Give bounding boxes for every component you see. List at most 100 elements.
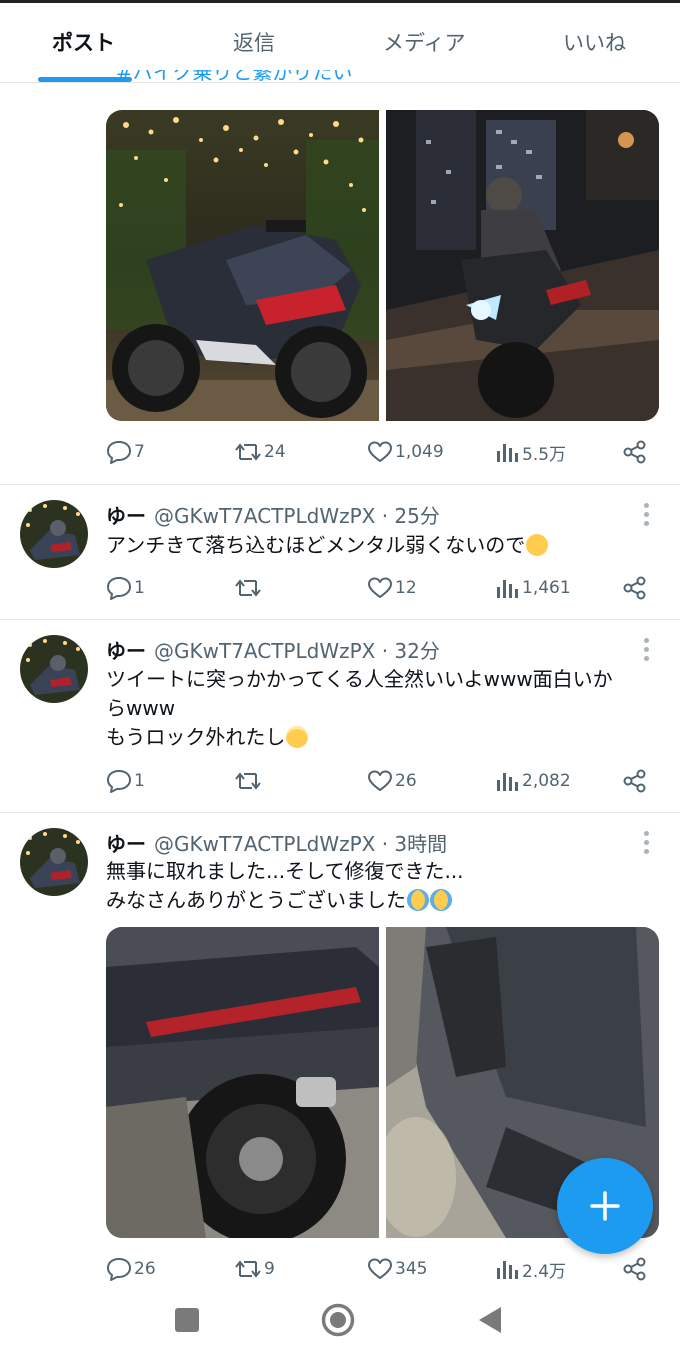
avatar[interactable] bbox=[20, 500, 88, 568]
user-handle[interactable]: @GKwT7ACTPLdWzPX bbox=[154, 504, 375, 528]
system-nav-bar bbox=[0, 1290, 680, 1361]
repost-icon bbox=[235, 1260, 261, 1278]
heart-icon bbox=[368, 441, 392, 462]
like-button[interactable]: 12 bbox=[367, 572, 417, 604]
like-count: 12 bbox=[395, 578, 417, 598]
views-icon bbox=[497, 773, 518, 791]
reply-icon bbox=[107, 441, 131, 464]
plus-icon bbox=[590, 1191, 620, 1221]
pleading-face-icon bbox=[526, 534, 549, 556]
tweet-actions: 1 26 2,082 bbox=[106, 765, 654, 797]
hashtag-link[interactable]: #バイク乗りと繋がりたい bbox=[116, 70, 352, 84]
tab-posts[interactable]: ポスト bbox=[52, 27, 115, 57]
view-count: 2,082 bbox=[522, 771, 571, 791]
views-button[interactable]: 1,461 bbox=[494, 572, 571, 604]
tweet-actions: 1 12 1,461 bbox=[106, 572, 654, 604]
recents-square-icon[interactable] bbox=[174, 1307, 200, 1333]
share-icon bbox=[623, 576, 646, 600]
like-count: 345 bbox=[395, 1259, 428, 1279]
repost-count: 9 bbox=[264, 1259, 275, 1279]
post-image-rear-tire[interactable] bbox=[106, 927, 379, 1238]
views-button[interactable]: 2.4万 bbox=[494, 1253, 566, 1285]
reply-button[interactable]: 7 bbox=[106, 436, 145, 468]
views-button[interactable]: 5.5万 bbox=[494, 436, 566, 468]
view-count: 5.5万 bbox=[522, 444, 567, 465]
more-options-icon[interactable] bbox=[640, 503, 652, 531]
view-count: 2.4万 bbox=[522, 1261, 567, 1282]
post-actions: 7 24 1,049 5.5万 bbox=[106, 436, 654, 468]
like-button[interactable]: 1,049 bbox=[367, 436, 444, 468]
home-circle-icon[interactable] bbox=[321, 1303, 355, 1337]
share-button[interactable] bbox=[622, 1253, 648, 1285]
timestamp[interactable]: · 3時間 bbox=[382, 832, 447, 856]
compose-post-button[interactable] bbox=[557, 1158, 653, 1254]
repost-icon bbox=[235, 579, 261, 597]
timestamp[interactable]: · 32分 bbox=[382, 639, 440, 663]
tweet-header: ゆー @GKwT7ACTPLdWzPX · 25分 bbox=[106, 500, 440, 529]
repost-button[interactable] bbox=[234, 572, 264, 604]
reply-button[interactable]: 1 bbox=[106, 572, 145, 604]
repost-icon bbox=[235, 772, 261, 790]
repost-button[interactable]: 9 bbox=[234, 1253, 275, 1285]
tweet-text: 無事に取れました...そして修復できた... みなさんありがとうございました bbox=[106, 859, 464, 912]
like-button[interactable]: 26 bbox=[367, 765, 417, 797]
post-divider bbox=[0, 484, 680, 485]
share-button[interactable] bbox=[622, 436, 648, 468]
like-count: 1,049 bbox=[395, 442, 444, 462]
tab-media[interactable]: メディア bbox=[383, 27, 466, 57]
tab-replies[interactable]: 返信 bbox=[233, 27, 275, 57]
views-icon bbox=[497, 444, 518, 462]
like-count: 26 bbox=[395, 771, 417, 791]
display-name[interactable]: ゆー bbox=[106, 639, 146, 663]
views-button[interactable]: 2,082 bbox=[494, 765, 571, 797]
like-button[interactable]: 345 bbox=[367, 1253, 427, 1285]
heart-icon bbox=[368, 1258, 392, 1279]
share-button[interactable] bbox=[622, 765, 648, 797]
timestamp[interactable]: · 25分 bbox=[382, 504, 440, 528]
views-icon bbox=[497, 1261, 518, 1279]
post-image-rider-night[interactable] bbox=[386, 110, 659, 421]
reply-icon bbox=[107, 770, 131, 793]
post-divider bbox=[0, 812, 680, 813]
reply-button[interactable]: 1 bbox=[106, 765, 145, 797]
heart-icon bbox=[368, 770, 392, 791]
display-name[interactable]: ゆー bbox=[106, 832, 146, 856]
tweet-header: ゆー @GKwT7ACTPLdWzPX · 3時間 bbox=[106, 828, 447, 857]
loudly-crying-face-icon bbox=[430, 889, 452, 911]
reply-button[interactable]: 26 bbox=[106, 1253, 156, 1285]
post-divider bbox=[0, 619, 680, 620]
tweet-text: アンチきて落ち込むほどメンタル弱くないので bbox=[106, 531, 549, 560]
back-triangle-icon[interactable] bbox=[477, 1305, 503, 1335]
reply-count: 1 bbox=[134, 578, 145, 598]
reply-count: 1 bbox=[134, 771, 145, 791]
avatar[interactable] bbox=[20, 635, 88, 703]
reply-icon bbox=[107, 577, 131, 600]
tab-likes[interactable]: いいね bbox=[563, 27, 626, 57]
reply-count: 7 bbox=[134, 442, 145, 462]
post-image-motorcycle-night[interactable] bbox=[106, 110, 379, 421]
share-icon bbox=[623, 440, 646, 464]
repost-button[interactable] bbox=[234, 765, 264, 797]
tweet-actions: 26 9 345 2.4万 bbox=[106, 1253, 654, 1285]
repost-button[interactable]: 24 bbox=[234, 436, 286, 468]
user-handle[interactable]: @GKwT7ACTPLdWzPX bbox=[154, 832, 375, 856]
share-icon bbox=[623, 769, 646, 793]
avatar[interactable] bbox=[20, 828, 88, 896]
view-count: 1,461 bbox=[522, 578, 571, 598]
tweet-text: ツイートに突っかかってくる人全然いいよwww面白いか らwww もうロック外れた… bbox=[106, 667, 613, 749]
reply-count: 26 bbox=[134, 1259, 156, 1279]
reply-icon bbox=[107, 1258, 131, 1281]
share-button[interactable] bbox=[622, 572, 648, 604]
user-handle[interactable]: @GKwT7ACTPLdWzPX bbox=[154, 639, 375, 663]
display-name[interactable]: ゆー bbox=[106, 504, 146, 528]
tweet-header: ゆー @GKwT7ACTPLdWzPX · 32分 bbox=[106, 635, 440, 664]
loudly-crying-face-icon bbox=[407, 889, 429, 911]
heart-icon bbox=[368, 577, 392, 598]
smiling-face-with-halo-icon bbox=[286, 726, 309, 748]
repost-icon bbox=[235, 443, 261, 461]
repost-count: 24 bbox=[264, 442, 286, 462]
share-icon bbox=[623, 1257, 646, 1281]
views-icon bbox=[497, 580, 518, 598]
more-options-icon[interactable] bbox=[640, 638, 652, 666]
more-options-icon[interactable] bbox=[640, 831, 652, 859]
